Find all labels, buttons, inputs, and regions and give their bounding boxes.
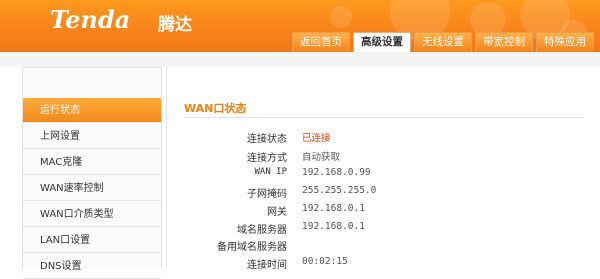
tenda-logo: Tenda xyxy=(50,5,131,34)
status-value: 自动获取 xyxy=(302,152,341,163)
status-row: 域名服务器 192.168.0.1 xyxy=(166,221,600,239)
tab-wireless[interactable]: 无线设置 xyxy=(414,32,472,52)
status-label: 网关 xyxy=(267,207,287,218)
status-value: 255.255.255.0 xyxy=(302,185,377,196)
sidebar-menu: 运行状态 上网设置 MAC克隆 WAN速率控制 WAN口介质类型 LAN口设置 … xyxy=(22,67,162,279)
status-label: 连接方式 xyxy=(247,153,287,164)
header-bar: Tenda 腾达 返回首页 高级设置 无线设置 带宽控制 特殊应用 xyxy=(0,0,600,52)
status-label: 连接状态 xyxy=(247,134,287,145)
sidebar-item-wan-media[interactable]: WAN口介质类型 xyxy=(23,202,161,227)
tab-special-apps[interactable]: 特殊应用 xyxy=(536,32,594,52)
status-row: 连接方式 自动获取 xyxy=(166,149,600,167)
section-divider xyxy=(184,117,584,118)
status-row: 子网掩码 255.255.255.0 xyxy=(166,185,600,203)
tab-advanced[interactable]: 高级设置 xyxy=(353,32,411,52)
tenda-logo-cn: 腾达 xyxy=(158,15,192,35)
status-row: WAN IP 192.168.0.99 xyxy=(166,167,600,185)
section-title: WAN口状态 xyxy=(184,102,247,115)
sidebar-item-internet-settings[interactable]: 上网设置 xyxy=(23,124,161,149)
top-nav-tabs: 返回首页 高级设置 无线设置 带宽控制 特殊应用 xyxy=(292,32,597,52)
status-value: 192.168.0.99 xyxy=(302,167,371,178)
status-label: 域名服务器 xyxy=(237,225,287,236)
status-value: 00:02:15 xyxy=(302,256,348,267)
status-row: 连接时间 00:02:15 xyxy=(166,256,600,274)
sidebar-item-run-status[interactable]: 运行状态 xyxy=(23,98,161,123)
tab-bandwidth[interactable]: 带宽控制 xyxy=(475,32,533,52)
status-label: 子网掩码 xyxy=(247,189,287,200)
sidebar-item-dns-settings[interactable]: DNS设置 xyxy=(23,254,161,279)
status-row: 连接状态 已连接 xyxy=(166,130,600,148)
decor-bubble xyxy=(330,6,352,28)
status-row: 网关 192.168.0.1 xyxy=(166,203,600,221)
status-label: 备用域名服务器 xyxy=(217,242,287,253)
sidebar-item-mac-clone[interactable]: MAC克隆 xyxy=(23,150,161,175)
status-label: 连接时间 xyxy=(247,260,287,271)
status-row: 备用域名服务器 xyxy=(166,238,600,256)
status-value: 192.168.0.1 xyxy=(302,203,365,214)
status-value: 192.168.0.1 xyxy=(302,221,365,232)
status-value: 已连接 xyxy=(302,133,331,144)
status-label: WAN IP xyxy=(254,167,287,177)
header-divider xyxy=(0,52,600,67)
sidebar-item-lan-settings[interactable]: LAN口设置 xyxy=(23,228,161,253)
tab-home[interactable]: 返回首页 xyxy=(292,32,350,52)
sidebar-item-wan-speed[interactable]: WAN速率控制 xyxy=(23,176,161,201)
